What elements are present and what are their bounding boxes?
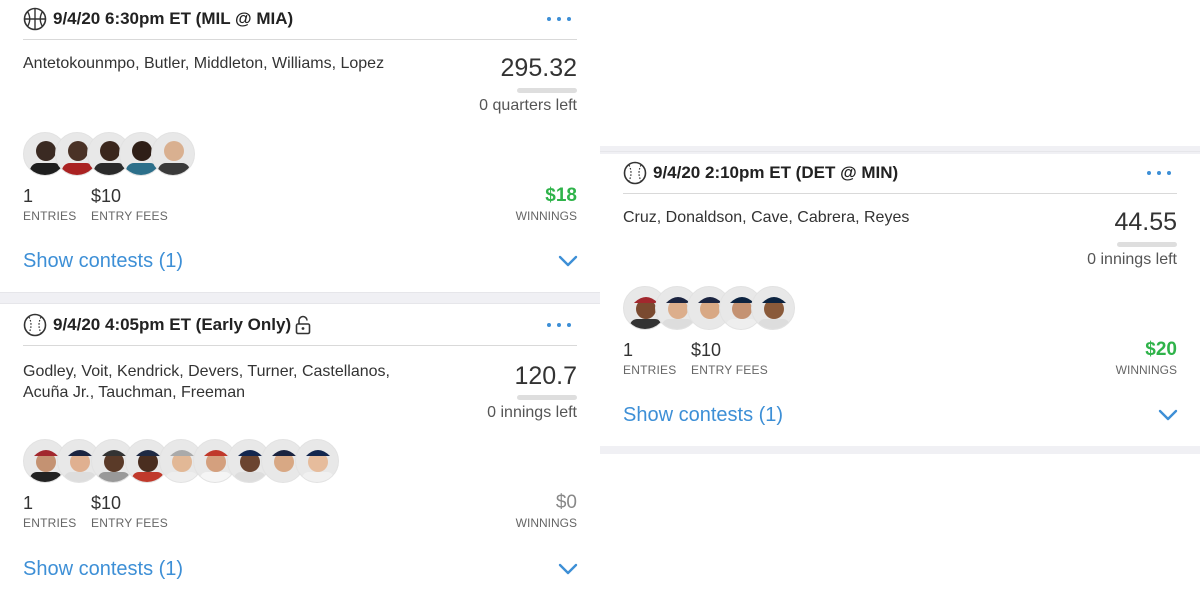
more-options-icon[interactable]: [545, 317, 577, 333]
chevron-down-icon[interactable]: [1158, 409, 1178, 421]
score-progress-bar: [1117, 242, 1177, 247]
more-options-icon[interactable]: [1145, 165, 1177, 181]
lineup-score: 120.7: [514, 362, 577, 390]
card-header: 9/4/20 6:30pm ET (MIL @ MIA): [23, 0, 577, 40]
player-avatar: [751, 286, 795, 330]
right-column: 9/4/20 2:10pm ET (DET @ MIN) Cruz, Donal…: [600, 0, 1200, 595]
show-contests-link[interactable]: Show contests (1): [623, 404, 783, 427]
unlock-icon: [295, 315, 311, 335]
entries-value: 1: [23, 493, 34, 513]
entry-fees-value: $10: [91, 186, 122, 206]
show-contests-link[interactable]: Show contests (1): [23, 558, 183, 581]
divider: [0, 303, 600, 304]
card-title: 9/4/20 6:30pm ET (MIL @ MIA): [53, 9, 294, 28]
lineup-card-early-only: 9/4/20 4:05pm ET (Early Only) Godley, Vo…: [0, 306, 600, 595]
lineup-score: 44.55: [1114, 208, 1177, 236]
card-title: 9/4/20 4:05pm ET (Early Only): [53, 315, 292, 334]
baseball-icon: [623, 161, 647, 185]
player-avatars: [23, 132, 213, 176]
card-header: 9/4/20 4:05pm ET (Early Only): [23, 306, 577, 346]
card-separator: [600, 146, 1200, 154]
winnings-value: $0: [555, 492, 577, 513]
entry-fees-label: ENTRY FEES: [91, 209, 168, 223]
baseball-icon: [23, 313, 47, 337]
player-avatars: [23, 439, 353, 483]
entries-value: 1: [23, 186, 34, 206]
score-progress-bar: [517, 88, 577, 93]
divider: [600, 151, 1200, 152]
entries-value: 1: [623, 340, 634, 360]
show-contests-link[interactable]: Show contests (1): [23, 250, 183, 273]
winnings-label: WINNINGS: [515, 209, 577, 223]
winnings-label: WINNINGS: [1115, 363, 1177, 377]
entry-fees-value: $10: [91, 493, 122, 513]
time-remaining: 0 innings left: [1087, 251, 1177, 268]
entries-label: ENTRIES: [623, 363, 677, 377]
lineup-players: Cruz, Donaldson, Cave, Cabrera, Reyes: [623, 209, 910, 226]
player-avatars: [623, 286, 813, 330]
entry-fees-value: $10: [691, 340, 722, 360]
card-header: 9/4/20 2:10pm ET (DET @ MIN): [623, 154, 1177, 194]
divider: [0, 292, 600, 293]
player-avatar: [295, 439, 339, 483]
winnings-value: $18: [545, 185, 577, 206]
time-remaining: 0 quarters left: [479, 97, 577, 114]
lineup-card-mil-mia: 9/4/20 6:30pm ET (MIL @ MIA) Antetokounm…: [0, 0, 600, 292]
time-remaining: 0 innings left: [487, 404, 577, 421]
lineup-players: Antetokounmpo, Butler, Middleton, Willia…: [23, 55, 385, 72]
lineup-card-det-min: 9/4/20 2:10pm ET (DET @ MIN) Cruz, Donal…: [600, 154, 1200, 446]
score-progress-bar: [517, 395, 577, 400]
chevron-down-icon[interactable]: [558, 255, 578, 267]
entry-fees-label: ENTRY FEES: [91, 516, 168, 530]
entries-label: ENTRIES: [23, 209, 77, 223]
card-separator: [600, 446, 1200, 454]
lineup-players: Godley, Voit, Kendrick, Devers, Turner, …: [23, 363, 390, 401]
entries-label: ENTRIES: [23, 516, 77, 530]
more-options-icon[interactable]: [545, 11, 577, 27]
entry-fees-label: ENTRY FEES: [691, 363, 768, 377]
lineup-score: 295.32: [500, 54, 577, 82]
basketball-icon: [23, 7, 47, 31]
winnings-value: $20: [1145, 339, 1177, 360]
winnings-label: WINNINGS: [515, 516, 577, 530]
chevron-down-icon[interactable]: [558, 563, 578, 575]
card-title: 9/4/20 2:10pm ET (DET @ MIN): [653, 163, 899, 182]
player-avatar: [151, 132, 195, 176]
